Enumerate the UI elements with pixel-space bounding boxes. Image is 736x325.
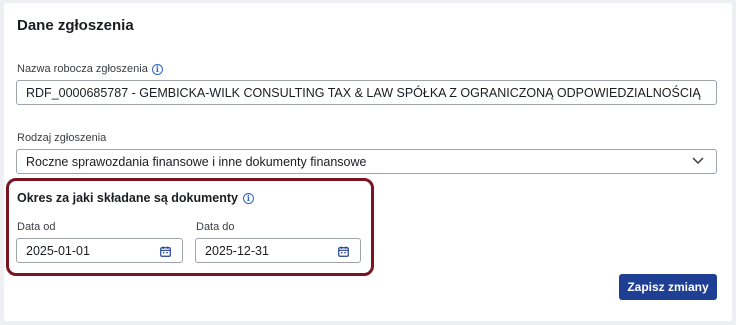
working-name-label-text: Nazwa robocza zgłoszenia: [17, 63, 148, 75]
info-icon[interactable]: i: [151, 63, 163, 75]
submission-type-label-text: Rodzaj zgłoszenia: [17, 132, 107, 144]
working-name-input[interactable]: RDF_0000685787 - GEMBICKA-WILK CONSULTIN…: [16, 80, 717, 105]
working-name-value: RDF_0000685787 - GEMBICKA-WILK CONSULTIN…: [26, 85, 701, 100]
save-changes-button[interactable]: Zapisz zmiany: [619, 274, 717, 300]
submission-type-select[interactable]: Roczne sprawozdania finansowe i inne dok…: [16, 149, 717, 174]
submission-type-label: Rodzaj zgłoszenia: [17, 132, 106, 144]
chevron-down-icon: [692, 157, 704, 165]
working-name-label: Nazwa robocza zgłoszenia i: [17, 63, 163, 75]
card-title: Dane zgłoszenia: [17, 17, 134, 34]
submission-type-value: Roczne sprawozdania finansowe i inne dok…: [26, 154, 367, 169]
period-highlight-frame: [6, 178, 374, 276]
